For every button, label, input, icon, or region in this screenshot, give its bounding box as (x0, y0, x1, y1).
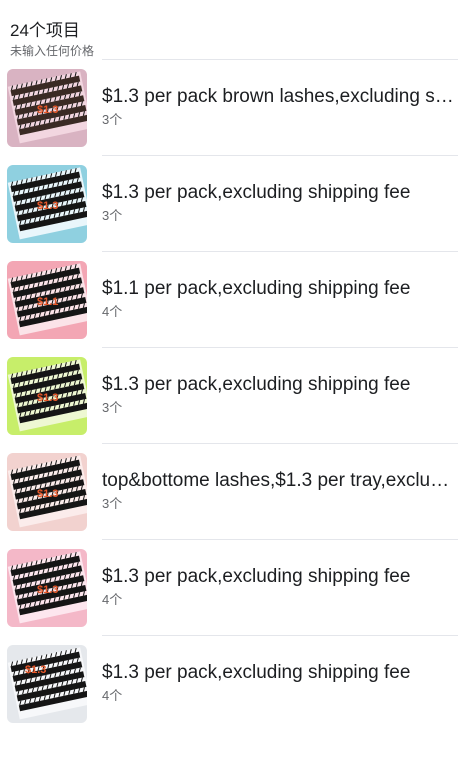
thumbnail-price-label: $1.3 (37, 488, 58, 500)
product-text: $1.3 per pack brown lashes,excluding shi… (102, 59, 458, 155)
product-title: $1.3 per pack brown lashes,excluding shi… (102, 86, 458, 107)
product-title: top&bottome lashes,$1.3 per tray,excludi… (102, 470, 458, 491)
product-list-item[interactable]: $1.3 top&bottome lashes,$1.3 per tray,ex… (0, 443, 470, 539)
product-text: $1.1 per pack,excluding shipping fee 4个 (102, 251, 458, 347)
product-list: $1.3 $1.3 per pack brown lashes,excludin… (0, 59, 470, 731)
lash-tray-image: $1.3 (7, 453, 87, 531)
thumbnail-price-label: $1.3 (37, 200, 58, 212)
product-title: $1.3 per pack,excluding shipping fee (102, 662, 411, 683)
lash-tray-image: $1.3 (7, 645, 87, 723)
product-title: $1.3 per pack,excluding shipping fee (102, 374, 411, 395)
product-quantity: 4个 (102, 688, 123, 703)
thumbnail-price-label: $1.3 (37, 584, 58, 596)
product-title: $1.3 per pack,excluding shipping fee (102, 566, 411, 587)
product-list-item[interactable]: $1.3 $1.3 per pack,excluding shipping fe… (0, 347, 470, 443)
product-title: $1.3 per pack,excluding shipping fee (102, 182, 411, 203)
price-status-subtitle: 未输入任何价格 (10, 44, 95, 58)
lash-tray-image: $1.3 (7, 549, 87, 627)
product-thumbnail: $1.3 (7, 549, 87, 627)
product-quantity: 4个 (102, 592, 123, 607)
product-thumbnail: $1.3 (7, 357, 87, 435)
thumbnail-price-label: $1.3 (37, 104, 58, 116)
lash-tray-image: $1.3 (7, 165, 87, 243)
lash-tray-image: $1.3 (7, 357, 87, 435)
product-list-item[interactable]: $1.3 $1.3 per pack,excluding shipping fe… (0, 635, 470, 731)
product-text: $1.3 per pack,excluding shipping fee 4个 (102, 539, 458, 635)
product-text: $1.3 per pack,excluding shipping fee 3个 (102, 155, 458, 251)
listing-header: 24个项目 未输入任何价格 (0, 0, 470, 59)
product-text: $1.3 per pack,excluding shipping fee 4个 (102, 635, 458, 731)
thumbnail-price-label: $1.3 (25, 664, 46, 676)
product-list-item[interactable]: $1.3 $1.3 per pack brown lashes,excludin… (0, 59, 470, 155)
product-title: $1.1 per pack,excluding shipping fee (102, 278, 411, 299)
product-thumbnail: $1.3 (7, 165, 87, 243)
product-quantity: 3个 (102, 112, 123, 127)
product-thumbnail: $1.1 (7, 261, 87, 339)
lash-tray-image: $1.3 (7, 69, 87, 147)
product-thumbnail: $1.3 (7, 453, 87, 531)
thumbnail-price-label: $1.3 (37, 392, 58, 404)
lash-tray-image: $1.1 (7, 261, 87, 339)
thumbnail-price-label: $1.1 (37, 296, 58, 308)
product-thumbnail: $1.3 (7, 69, 87, 147)
product-list-item[interactable]: $1.1 $1.1 per pack,excluding shipping fe… (0, 251, 470, 347)
product-text: top&bottome lashes,$1.3 per tray,excludi… (102, 443, 458, 539)
product-quantity: 3个 (102, 400, 123, 415)
product-quantity: 3个 (102, 208, 123, 223)
item-count-title: 24个项目 (10, 21, 80, 40)
product-quantity: 4个 (102, 304, 123, 319)
product-list-item[interactable]: $1.3 $1.3 per pack,excluding shipping fe… (0, 539, 470, 635)
product-thumbnail: $1.3 (7, 645, 87, 723)
product-text: $1.3 per pack,excluding shipping fee 3个 (102, 347, 458, 443)
product-list-item[interactable]: $1.3 $1.3 per pack,excluding shipping fe… (0, 155, 470, 251)
product-quantity: 3个 (102, 496, 123, 511)
